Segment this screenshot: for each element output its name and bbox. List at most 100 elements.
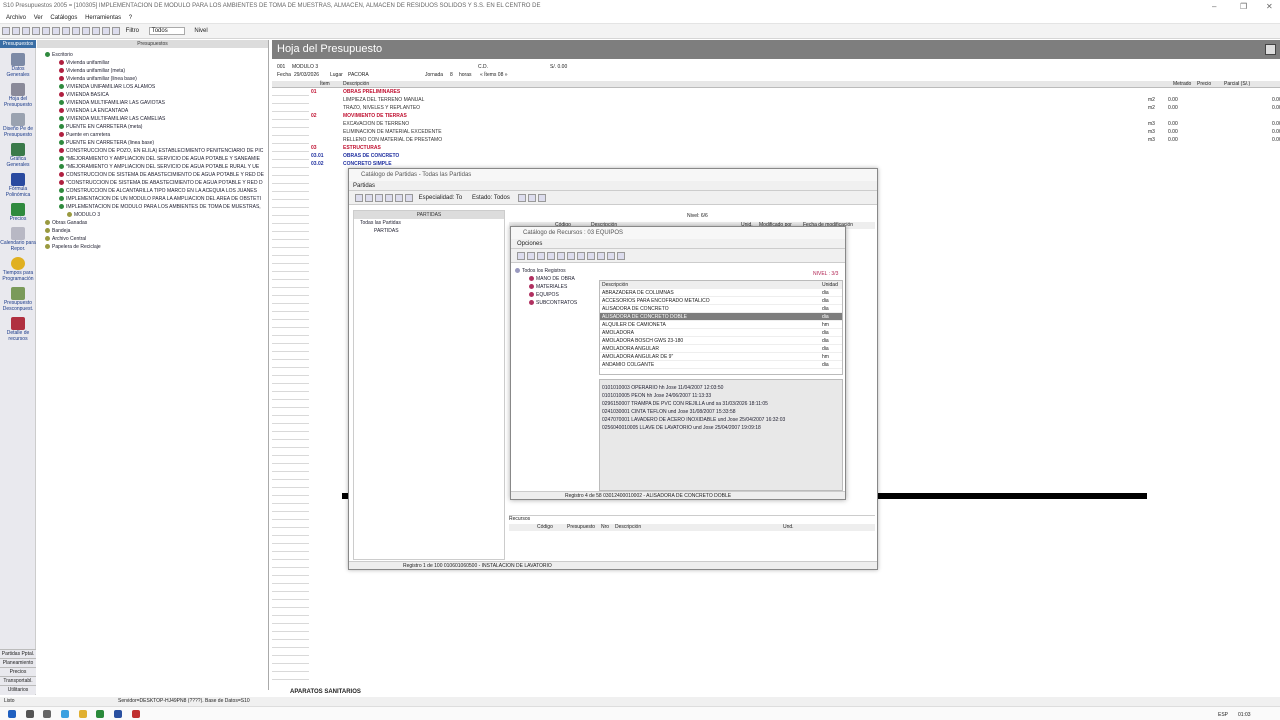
print-partidas-icon[interactable] (527, 194, 536, 202)
sheet-row[interactable]: 03.01 OBRAS DE CONCRETO (272, 153, 1280, 161)
filter-recurso-icon[interactable] (557, 252, 565, 260)
especialidad-select[interactable]: Especialidad: To (419, 191, 463, 205)
sheet-row[interactable]: 01 OBRAS PRELIMINARES (272, 89, 1280, 97)
percent-icon[interactable] (112, 27, 120, 35)
sheet-row[interactable]: 02 MOVIMIENTO DE TIERRAS (272, 113, 1280, 121)
excel-icon[interactable] (96, 710, 105, 718)
sheet-row[interactable]: LIMPIEZA DEL TERRENO MANUALm20.000.00 (272, 97, 1280, 105)
search-icon[interactable] (25, 710, 34, 718)
nav-planeamiento[interactable]: Planeamiento (0, 658, 36, 667)
tree-item[interactable]: CONSTRUCCION DE SISTEMA DE ABASTECIMIENT… (45, 171, 268, 179)
tree-item[interactable]: Papelera de Reciclaje (45, 243, 268, 251)
find-recurso-icon[interactable] (567, 252, 575, 260)
open-recurso-icon[interactable] (527, 252, 535, 260)
recurso-row[interactable]: ALISADORA DE CONCRETO dia (600, 305, 842, 313)
delete-icon[interactable] (375, 194, 383, 202)
sort-recurso-icon[interactable] (597, 252, 605, 260)
tree-item[interactable]: CONSTRUCCION DE ALCANTARILLA TIPO MARCO … (45, 187, 268, 195)
tree-item[interactable]: VIVIENDA UNIFAMILIAR LOS ALAMOS (45, 83, 268, 91)
arrow-right-icon[interactable] (32, 27, 40, 35)
nav-hoja-presupuesto[interactable]: Hoja del Presupuesto (0, 83, 36, 108)
calc-icon[interactable] (62, 27, 70, 35)
menu-catalogos[interactable]: Catálogos (50, 13, 77, 24)
tree-item[interactable]: Vivienda unifamiliar (linea base) (45, 75, 268, 83)
nav-tiempos[interactable]: Tiempos para Programación (0, 257, 36, 282)
sheet-row[interactable]: RELLENO CON MATERIAL DE PRESTAMO m3 0.00 0.… (272, 137, 1280, 145)
nav-utilitarios[interactable]: Utilitarios (0, 685, 36, 694)
tree-item[interactable]: CONSTRUCCION DE POZO, EN ELILA) ESTABLEC… (45, 147, 268, 155)
tree-mano-obra[interactable]: MANO DE OBRA (515, 275, 597, 283)
tree-materiales[interactable]: MATERIALES (515, 283, 597, 291)
folder-icon[interactable] (78, 710, 87, 718)
recurso-row[interactable]: ABRAZADERA DE COLUMNAS dia (600, 289, 842, 297)
recurso-row[interactable]: ALQUILER DE CAMIONETA hm (600, 321, 842, 329)
indent-icon[interactable] (82, 27, 90, 35)
chart-icon[interactable] (72, 27, 80, 35)
nav-diseno[interactable]: Diseño Pe de Presupuesto (0, 113, 36, 138)
menu-help[interactable]: ? (129, 13, 132, 24)
new-partida-icon[interactable] (355, 194, 363, 202)
tree-partidas[interactable]: PARTIDAS (354, 227, 504, 235)
help-recurso-icon[interactable] (617, 252, 625, 260)
taskview-icon[interactable] (43, 710, 52, 718)
sheet-tool-icon[interactable] (1265, 44, 1276, 55)
detail-row[interactable]: 0256040010005 LLAVE DE LAVATORIO und Jos… (602, 424, 842, 432)
detail-row[interactable]: 0101010005 PEON hh Jose 24/06/2007 11:13… (602, 392, 842, 400)
detail-row[interactable]: 0101010003 OPERARIO hh Jose 11/04/2007 1… (602, 384, 842, 392)
new-recurso-icon[interactable] (517, 252, 525, 260)
filter-icon[interactable] (395, 194, 403, 202)
tree-equipos[interactable]: EQUIPOS (515, 291, 597, 299)
edge-icon[interactable] (61, 710, 70, 718)
nav-calendario[interactable]: Calendario para Repor. (0, 227, 36, 252)
sheet-row[interactable]: 03 ESTRUCTURAS (272, 145, 1280, 153)
nav-partidas-pptal[interactable]: Partidas Pptal. (0, 649, 36, 658)
level-select[interactable]: Nivel (194, 28, 207, 34)
close-icon[interactable]: ✕ (1266, 2, 1273, 11)
tree-item[interactable]: *MEJORAMIENTO Y AMPLIACION DEL SERVICIO … (45, 155, 268, 163)
print-recurso-icon[interactable] (607, 252, 615, 260)
filter-select[interactable]: Todos (148, 27, 185, 35)
language-indicator[interactable]: ESP (1218, 712, 1228, 718)
s10-icon[interactable] (131, 710, 140, 718)
menu-ver[interactable]: Ver (34, 13, 43, 24)
recurso-row[interactable]: AMOLADORA ANGULAR DE 9" hm (600, 353, 842, 361)
recursos-menu[interactable]: Opciones (511, 239, 845, 249)
nav-precios[interactable]: Precios (0, 203, 36, 222)
nav-detalle-recursos[interactable]: Detalle de recursos (0, 317, 36, 342)
arrow-left-icon[interactable] (22, 27, 30, 35)
copy-recurso-icon[interactable] (547, 252, 555, 260)
copy-icon[interactable] (385, 194, 393, 202)
tree-subcontratos[interactable]: SUBCONTRATOS (515, 299, 597, 307)
undo-icon[interactable] (577, 252, 585, 260)
tree-item[interactable]: Vivienda unifamiliar (meta) (45, 67, 268, 75)
maximize-icon[interactable]: ❐ (1240, 2, 1247, 11)
word-icon[interactable] (114, 710, 123, 718)
menu-herramientas[interactable]: Herramientas (85, 13, 121, 24)
sum-icon[interactable] (102, 27, 110, 35)
tree-item[interactable]: MODULO 3 (45, 211, 268, 219)
tree-item[interactable]: *CONSTRUCCION DE SISTEMA DE ABASTECIMIEN… (45, 179, 268, 187)
sort-icon[interactable] (517, 194, 526, 202)
tree-item[interactable]: PUENTE EN CARRETERA (meta) (45, 123, 268, 131)
nav-grafica[interactable]: Gráfica Generales (0, 143, 36, 168)
tree-item[interactable]: Puente en carretera (45, 131, 268, 139)
tree-item[interactable]: Bandeja (45, 227, 268, 235)
detail-row[interactable]: 0241030001 CINTA TEFLON und Jose 31/08/2… (602, 408, 842, 416)
open-icon[interactable] (365, 194, 373, 202)
tree-item[interactable]: VIVIENDA LA ENCANTADA (45, 107, 268, 115)
recurso-row[interactable]: AMOLADORA BOSCH GWS 23-180 dia (600, 337, 842, 345)
detail-row[interactable]: 0247070001 LAVADERO DE ACERO INOXIDABLE … (602, 416, 842, 424)
tree-item[interactable]: *MEJORAMIENTO Y AMPLIACION DEL SERVICIO … (45, 163, 268, 171)
recurso-row[interactable]: ANDAMIO COLGANTE dia (600, 361, 842, 369)
nav-desconpuesto[interactable]: Presupuesto Desconpuest. (0, 287, 36, 312)
print-icon[interactable] (12, 27, 20, 35)
tree-item[interactable]: IMPLEMENTACION DE UN MODULO PARA LA AMPL… (45, 195, 268, 203)
nav-datos-generales[interactable]: Datos Generales (0, 53, 36, 78)
tree-item[interactable]: IMPLEMENTACION DE MODULO PARA LOS AMBIEN… (45, 203, 268, 211)
nav-transportabl[interactable]: Transportabl. (0, 676, 36, 685)
help-icon[interactable] (537, 194, 546, 202)
redo-icon[interactable] (587, 252, 595, 260)
partidas-menu[interactable]: Partidas (349, 181, 877, 191)
sheet-row[interactable]: EXCAVACION DE TERRENOm30.000.00 (272, 121, 1280, 129)
new-icon[interactable] (2, 27, 10, 35)
